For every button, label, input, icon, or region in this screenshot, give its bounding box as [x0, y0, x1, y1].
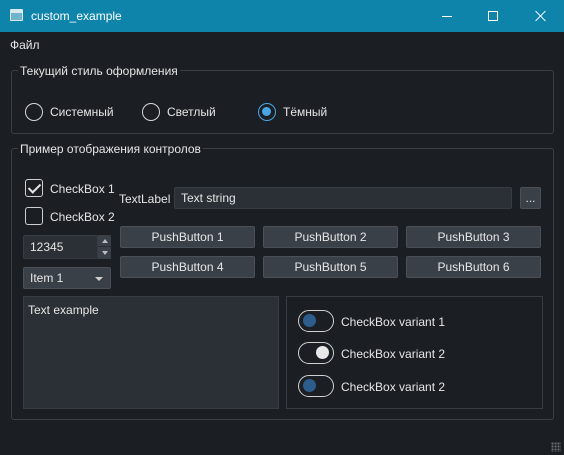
controls-group-title: Пример отображения контролов — [18, 142, 203, 156]
checkbox-2-label: CheckBox 2 — [50, 210, 115, 224]
arrow-down-icon — [101, 251, 108, 255]
radio-system-label: Системный — [50, 105, 114, 119]
maximize-icon — [488, 11, 498, 21]
push-button-label: PushButton 6 — [437, 260, 510, 274]
spin-down-button[interactable] — [98, 247, 111, 259]
radio-dark[interactable] — [258, 103, 276, 121]
close-button[interactable] — [518, 0, 564, 32]
chevron-down-icon — [95, 277, 103, 281]
toggle-variant-3[interactable] — [298, 375, 334, 397]
push-button-label: PushButton 3 — [437, 230, 510, 244]
radio-dark-label: Тёмный — [283, 105, 328, 119]
minimize-button[interactable] — [424, 0, 470, 32]
combo-box-value: Item 1 — [30, 271, 64, 285]
push-button-5[interactable]: PushButton 5 — [263, 256, 398, 278]
toggle-variant-1[interactable] — [298, 310, 334, 332]
window-title: custom_example — [31, 9, 122, 23]
toggle-variant-2-label: CheckBox variant 2 — [341, 347, 446, 361]
checkbox-1-label: CheckBox 1 — [50, 182, 115, 196]
style-groupbox: Текущий стиль оформления — [11, 64, 554, 134]
checkbox-2[interactable] — [25, 207, 43, 225]
browse-button[interactable]: ... — [520, 187, 541, 209]
menu-bar: Файл — [0, 32, 564, 56]
line-edit-value: Text string — [181, 191, 236, 205]
push-button-2[interactable]: PushButton 2 — [263, 226, 398, 248]
push-button-label: PushButton 2 — [294, 230, 367, 244]
toggle-variant-3-label: CheckBox variant 2 — [341, 380, 446, 394]
radio-light-label: Светлый — [167, 105, 216, 119]
push-button-label: PushButton 5 — [294, 260, 367, 274]
spinbox-arrows — [98, 235, 111, 259]
text-edit-value: Text example — [28, 303, 99, 317]
minimize-icon — [442, 15, 452, 17]
spinbox-value: 12345 — [30, 240, 64, 254]
push-button-4[interactable]: PushButton 4 — [120, 256, 255, 278]
toggle-variant-1-label: CheckBox variant 1 — [341, 315, 446, 329]
spin-up-button[interactable] — [98, 235, 111, 247]
arrow-up-icon — [101, 238, 108, 243]
title-bar: custom_example — [0, 0, 564, 32]
menu-file[interactable]: Файл — [10, 38, 40, 52]
push-button-1[interactable]: PushButton 1 — [120, 226, 255, 248]
text-edit[interactable]: Text example — [23, 296, 279, 409]
push-button-label: PushButton 1 — [151, 230, 224, 244]
resize-grip-icon[interactable] — [551, 442, 561, 452]
checkbox-1[interactable] — [25, 179, 43, 197]
line-edit[interactable]: Text string — [174, 187, 512, 209]
text-label: TextLabel — [119, 192, 171, 206]
radio-system[interactable] — [25, 103, 43, 121]
close-icon — [535, 10, 547, 22]
push-button-label: PushButton 4 — [151, 260, 224, 274]
toggle-variant-2[interactable] — [298, 342, 334, 364]
spinbox[interactable]: 12345 — [23, 235, 98, 259]
toggle-knob — [316, 346, 329, 359]
toggle-knob — [303, 379, 316, 392]
radio-light[interactable] — [142, 103, 160, 121]
push-button-6[interactable]: PushButton 6 — [406, 256, 541, 278]
browse-button-label: ... — [525, 191, 536, 205]
toggle-knob — [303, 314, 316, 327]
maximize-button[interactable] — [470, 0, 516, 32]
push-button-3[interactable]: PushButton 3 — [406, 226, 541, 248]
app-window-icon — [10, 9, 23, 21]
combo-box[interactable]: Item 1 — [23, 267, 111, 289]
style-group-title: Текущий стиль оформления — [18, 64, 180, 78]
